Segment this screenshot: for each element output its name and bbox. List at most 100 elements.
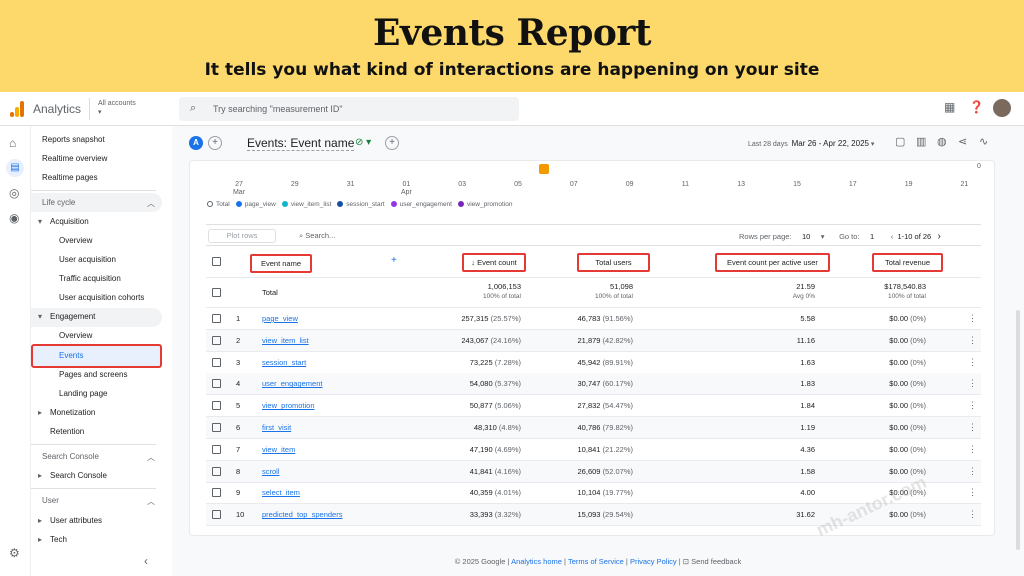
comparison-avatar[interactable]: A	[189, 136, 203, 150]
nav-section-user[interactable]: User	[42, 496, 59, 505]
expand-arrow-icon[interactable]: ▸	[38, 535, 42, 544]
header-total-revenue[interactable]: Total revenue	[872, 253, 943, 272]
event-name-link[interactable]: view_item_list	[262, 336, 309, 345]
row-menu-icon[interactable]: ⋮	[968, 487, 977, 498]
plot-rows-button[interactable]: Plot rows	[208, 229, 276, 243]
row-checkbox[interactable]	[212, 423, 221, 432]
expand-arrow-icon[interactable]: ▸	[38, 471, 42, 480]
table-row[interactable]: 6 first_visit 48,310 (4.8%) 40,786 (79.82%)…	[206, 417, 981, 439]
event-name-link[interactable]: view_item	[262, 445, 295, 454]
nav-acq-overview[interactable]: Overview	[59, 236, 92, 245]
nav-section-lifecycle[interactable]: Life cycle	[42, 198, 75, 207]
row-checkbox[interactable]	[212, 335, 221, 345]
nav-pages-screens[interactable]: Pages and screens	[59, 370, 128, 379]
goto-input[interactable]: 1	[870, 232, 874, 241]
event-name-link[interactable]: session_start	[262, 358, 306, 367]
legend-item[interactable]: session_start	[337, 201, 385, 208]
row-menu-icon[interactable]: ⋮	[968, 509, 977, 520]
nav-search-console[interactable]: Search Console	[50, 471, 107, 480]
legend-item[interactable]: page_view	[235, 201, 276, 208]
footer-terms[interactable]: Terms of Service	[568, 557, 624, 566]
legend-item[interactable]: view_item_list	[281, 201, 331, 208]
header-per-user[interactable]: Event count per active user	[715, 253, 830, 272]
search-bar[interactable]: ⌕ Try searching "measurement ID"	[179, 97, 519, 121]
event-name-link[interactable]: scroll	[262, 467, 280, 476]
prev-page-icon[interactable]: ‹	[891, 232, 894, 241]
legend-item[interactable]: Total	[207, 201, 230, 208]
header-event-count[interactable]: ↓ Event count	[462, 253, 526, 272]
row-menu-icon[interactable]: ⋮	[968, 313, 977, 324]
annotation-marker-icon[interactable]	[539, 164, 549, 174]
table-row[interactable]: 2 view_item_list 243,067 (24.16%) 21,879 (4…	[206, 329, 981, 352]
add-comparison-icon[interactable]: +	[208, 136, 222, 150]
edit-report-icon[interactable]: ▢	[895, 135, 905, 148]
nav-user-acq-cohorts[interactable]: User acquisition cohorts	[59, 293, 144, 302]
help-icon[interactable]: ❓	[969, 100, 984, 114]
nav-realtime-overview[interactable]: Realtime overview	[42, 154, 107, 163]
collapse-nav-icon[interactable]: ‹	[144, 554, 148, 568]
reports-icon[interactable]: ▤	[6, 159, 24, 177]
event-name-link[interactable]: select_item	[262, 488, 300, 497]
home-icon[interactable]: ⌂	[9, 136, 16, 150]
chevron-up-icon[interactable]: ︿	[147, 198, 155, 209]
event-name-link[interactable]: user_engagement	[262, 379, 322, 388]
footer-privacy[interactable]: Privacy Policy	[630, 557, 677, 566]
analytics-logo-icon[interactable]	[10, 101, 24, 117]
chevron-up-icon[interactable]: ︿	[147, 496, 155, 507]
row-menu-icon[interactable]: ⋮	[968, 378, 977, 389]
nav-events[interactable]: Events	[59, 351, 83, 360]
nav-traffic-acquisition[interactable]: Traffic acquisition	[59, 274, 121, 283]
rows-per-page-select[interactable]: 10	[802, 232, 810, 241]
table-row[interactable]: 1 page_view 257,315 (25.57%) 46,783 (91.56%…	[206, 308, 981, 330]
row-menu-icon[interactable]: ⋮	[968, 422, 977, 433]
row-checkbox[interactable]	[212, 379, 221, 389]
nav-realtime-pages[interactable]: Realtime pages	[42, 173, 98, 182]
row-checkbox[interactable]	[212, 466, 221, 476]
date-range-picker[interactable]: Last 28 days Mar 26 - Apr 22, 2025 ▾	[748, 139, 874, 148]
events-nav-highlight[interactable]	[31, 344, 162, 368]
row-menu-icon[interactable]: ⋮	[968, 444, 977, 455]
nav-section-search-console[interactable]: Search Console	[42, 452, 99, 461]
row-checkbox[interactable]	[212, 510, 221, 520]
row-checkbox[interactable]	[212, 488, 221, 498]
header-total-users[interactable]: Total users	[577, 253, 650, 272]
chevron-up-icon[interactable]: ︿	[147, 452, 155, 463]
explore-icon[interactable]: ◎	[9, 186, 19, 200]
row-checkbox[interactable]	[212, 357, 221, 367]
share-icon[interactable]: ⋖	[958, 135, 967, 148]
expand-arrow-icon[interactable]: ▸	[38, 516, 42, 525]
footer-analytics-home[interactable]: Analytics home	[511, 557, 562, 566]
table-row[interactable]: 5 view_promotion 50,877 (5.06%) 27,832 (54.…	[206, 395, 981, 418]
account-picker[interactable]: All accounts ▾	[98, 100, 136, 116]
event-name-link[interactable]: view_promotion	[262, 401, 315, 410]
row-menu-icon[interactable]: ⋮	[968, 335, 977, 346]
page-scrollbar[interactable]	[1016, 310, 1020, 550]
footer-feedback[interactable]: Send feedback	[691, 557, 741, 566]
expand-arrow-icon[interactable]: ▾	[38, 217, 42, 226]
row-checkbox[interactable]	[212, 444, 221, 454]
next-page-icon[interactable]: ›	[938, 231, 941, 242]
apps-grid-icon[interactable]: ▦	[944, 100, 955, 114]
trend-icon[interactable]: ∿	[979, 135, 988, 148]
nav-engagement[interactable]: Engagement	[50, 312, 95, 321]
settings-gear-icon[interactable]: ⚙	[9, 546, 20, 560]
insights-icon[interactable]: ◍	[937, 135, 947, 148]
table-row[interactable]: 3 session_start 73,225 (7.28%) 45,942 (89.9…	[206, 352, 981, 374]
expand-arrow-icon[interactable]: ▸	[38, 408, 42, 417]
nav-user-acquisition[interactable]: User acquisition	[59, 255, 116, 264]
row-checkbox[interactable]	[212, 314, 221, 323]
table-row[interactable]: 4 user_engagement 54,080 (5.37%) 30,747 (60…	[206, 373, 981, 396]
add-dimension-icon[interactable]: +	[391, 255, 397, 266]
avatar[interactable]	[993, 99, 1011, 117]
row-menu-icon[interactable]: ⋮	[968, 400, 977, 411]
feedback-icon[interactable]: ⊡	[683, 557, 689, 566]
event-name-link[interactable]: first_visit	[262, 423, 291, 432]
expand-arrow-icon[interactable]: ▾	[38, 312, 42, 321]
nav-monetization[interactable]: Monetization	[50, 408, 95, 417]
legend-item[interactable]: user_engagement	[390, 201, 452, 208]
table-row[interactable]: 7 view_item 47,190 (4.69%) 10,841 (21.22%) 4…	[206, 439, 981, 461]
table-row[interactable]: 8 scroll 41,841 (4.16%) 26,609 (52.07%) 1.58…	[206, 460, 981, 483]
row-menu-icon[interactable]: ⋮	[968, 357, 977, 368]
customize-icon[interactable]: ▥	[916, 135, 926, 148]
table-search[interactable]: ⌕ Search...	[299, 231, 335, 241]
